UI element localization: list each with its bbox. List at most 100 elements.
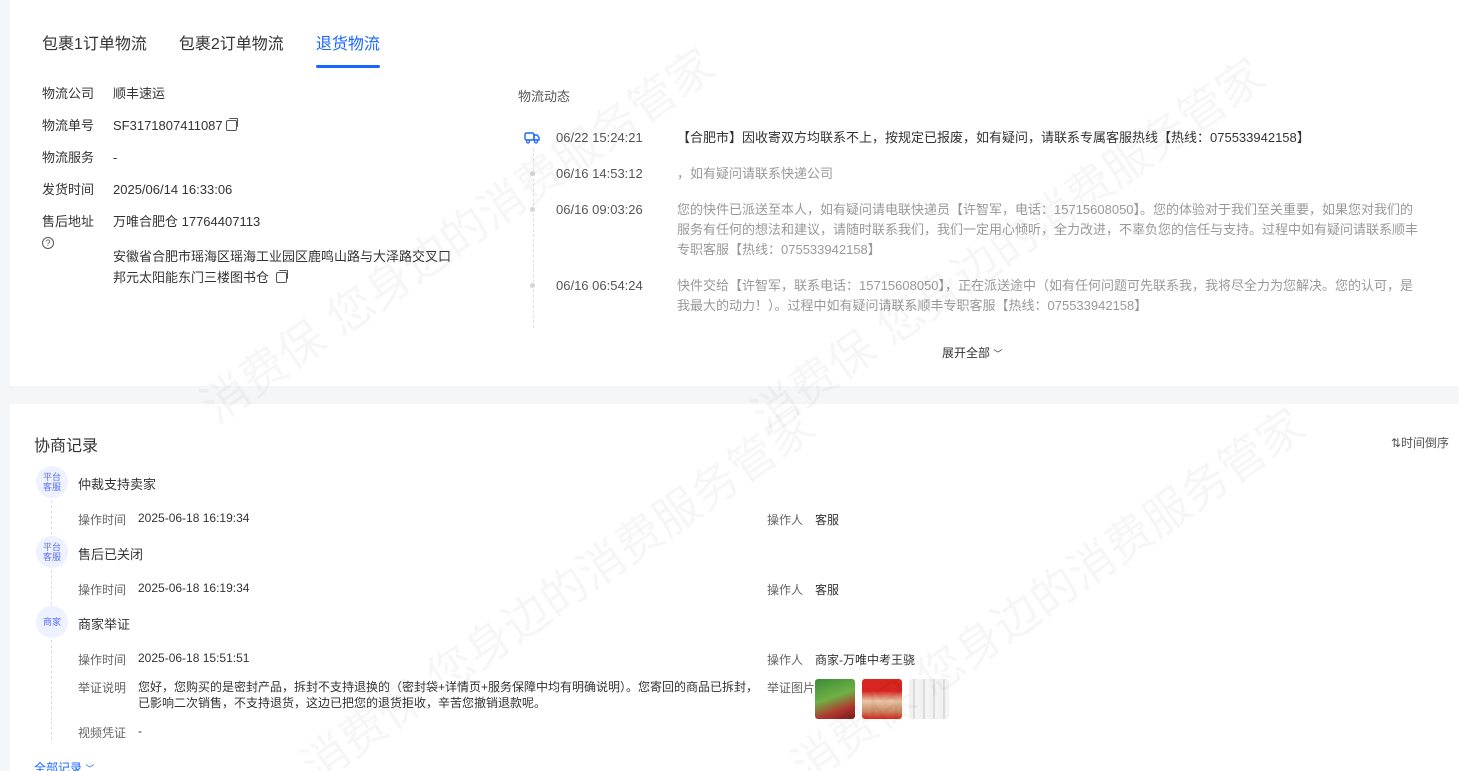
evidence-image[interactable] [909,679,949,719]
record-timeline-line [51,570,52,610]
operator-label: 操作人 [767,653,804,667]
event-time: 06/16 06:54:24 [556,278,643,293]
evidence-row: 举证说明 您好，您购买的是密封产品，拆封不支持退换的（密封袋+详情页+服务保障中均… [78,679,760,711]
help-icon[interactable]: ? [42,237,54,249]
badge-line-1: 平台 [42,542,61,552]
tab-package-2[interactable]: 包裹2订单物流 [179,30,284,68]
op-time-label: 操作时间 [78,653,127,667]
negotiation-card: 协商记录 ⇅时间倒序 平台 客服 仲裁支持卖家 操作时间 2025-06-18 16… [10,404,1459,771]
record-time-row: 操作时间 2025-06-18 15:51:51 [78,651,249,668]
evidence-image[interactable] [815,679,855,719]
video-value: - [138,724,142,738]
address-line-1: 安徽省合肥市瑶海区瑶海工业园区鹿鸣山路与大泽路交叉口 [113,249,452,264]
badge-line-1: 商家 [42,617,61,627]
event-text: 快件交给【许智军，联系电话：15715608050】，正在派送途中（如有任何问题… [677,278,1414,313]
chevron-down-icon: ﹀ [993,349,1003,359]
service-value: - [113,150,118,165]
evidence-images-row: 举证图片 [767,679,956,719]
event-text: ，如有疑问请联系快递公司 [677,166,834,181]
operator-value: 客服 [815,513,840,527]
truck-icon [524,132,540,144]
badge-line-2: 客服 [42,552,61,562]
record-time-row: 操作时间 2025-06-18 16:19:34 [78,581,249,598]
company-row: 物流公司 顺丰速运 [42,84,492,104]
record-title: 售后已关闭 [78,547,144,562]
record-timeline-line [51,500,52,540]
record-title: 商家举证 [78,617,131,632]
negotiation-title: 协商记录 [34,438,99,455]
platform-service-badge: 平台 客服 [36,466,68,498]
event-time: 06/16 09:03:26 [556,202,643,217]
merchant-badge: 商家 [36,606,68,638]
evidence-label: 举证说明 [78,681,127,695]
timeline-item: 06/16 14:53:12 ，如有疑问请联系快递公司 [524,164,1434,184]
ship-time-row: 发货时间 2025/06/14 16:33:06 [42,180,492,200]
operator-value: 商家-万唯中考王骁 [815,653,915,667]
logistics-card: 包裹1订单物流 包裹2订单物流 退货物流 物流公司 顺丰速运 物流单号 SF31… [10,0,1459,386]
address-detail: 安徽省合肥市瑶海区瑶海工业园区鹿鸣山路与大泽路交叉口 邦元太阳能东门三楼图书仓 [113,246,483,288]
logistics-tabs: 包裹1订单物流 包裹2订单物流 退货物流 [42,30,412,68]
op-time-value: 2025-06-18 16:19:34 [138,581,250,595]
record-time-row: 操作时间 2025-06-18 16:19:34 [78,511,249,528]
tab-return-logistics[interactable]: 退货物流 [315,30,380,68]
address-label: 售后地址 [42,214,95,229]
chevron-down-icon: ﹀ [85,764,95,771]
event-text: 【合肥市】因收寄双方均联系不上，按规定已报废，如有疑问，请联系专属客服热线【热线… [677,130,1310,145]
op-time-value: 2025-06-18 16:19:34 [138,511,250,525]
tracking-row: 物流单号 SF3171807411087 [42,116,492,136]
badge-line-2: 客服 [42,482,61,492]
company-value: 顺丰速运 [113,86,166,101]
platform-service-badge: 平台 客服 [36,536,68,568]
all-records-label: 全部记录 [34,761,83,771]
op-time-value: 2025-06-18 15:51:51 [138,651,250,665]
event-time: 06/16 14:53:12 [556,166,643,181]
timeline-dot [530,283,535,288]
event-text: 您的快件已派送至本人，如有疑问请电联快递员【许智军，电话：15715608050… [677,202,1419,257]
record-operator-row: 操作人 商家-万唯中考王骁 [767,651,915,668]
timeline-item: 06/16 06:54:24 快件交给【许智军，联系电话：15715608050… [524,276,1434,316]
operator-label: 操作人 [767,583,804,597]
timeline-item: 06/16 09:03:26 您的快件已派送至本人，如有疑问请电联快递员【许智军… [524,200,1434,260]
all-records-link[interactable]: 全部记录 ﹀ [34,759,94,771]
video-label: 视频凭证 [78,726,127,740]
evidence-text: 您好，您购买的是密封产品，拆封不支持退换的（密封袋+详情页+服务保障中均有明确说… [138,680,759,710]
record-operator-row: 操作人 客服 [767,511,839,528]
sort-button[interactable]: ⇅时间倒序 [1391,434,1449,451]
badge-line-1: 平台 [42,472,61,482]
event-time: 06/22 15:24:21 [556,130,643,145]
operator-label: 操作人 [767,513,804,527]
record-timeline-line [51,640,52,740]
record-title: 仲裁支持卖家 [78,477,157,492]
ship-time-value: 2025/06/14 16:33:06 [113,182,233,197]
service-row: 物流服务 - [42,148,492,168]
sort-icon: ⇅ [1390,436,1401,450]
copy-icon[interactable] [225,118,238,131]
copy-icon[interactable] [276,270,289,283]
expand-all-label: 展开全部 [942,346,991,360]
video-row: 视频凭证 - [78,724,142,741]
address-label-wrap: 售后地址 ? [42,212,113,252]
tracking-number: SF3171807411087 [113,116,238,136]
company-label: 物流公司 [42,86,95,101]
op-time-label: 操作时间 [78,583,127,597]
tracking-label: 物流单号 [42,118,95,133]
timeline-dot [530,207,535,212]
service-label: 物流服务 [42,150,95,165]
ship-time-label: 发货时间 [42,182,95,197]
tracking-number-text: SF3171807411087 [113,118,223,133]
logistics-title: 物流动态 [518,89,571,104]
operator-value: 客服 [815,583,840,597]
sort-label: 时间倒序 [1400,436,1449,450]
images-label: 举证图片 [767,681,816,695]
expand-all-button[interactable]: 展开全部 ﹀ [942,344,1002,361]
tab-package-1[interactable]: 包裹1订单物流 [42,30,147,68]
record-operator-row: 操作人 客服 [767,581,839,598]
op-time-label: 操作时间 [78,513,127,527]
timeline-dot [530,171,535,176]
address-line-2: 邦元太阳能东门三楼图书仓 [113,270,270,285]
logistics-timeline: 06/22 15:24:21 【合肥市】因收寄双方均联系不上，按规定已报废，如有… [524,128,1434,332]
evidence-image[interactable] [862,679,902,719]
logistics-info: 物流公司 顺丰速运 物流单号 SF3171807411087 物流服务 - 发货… [42,84,492,288]
address-line-2-wrap: 邦元太阳能东门三楼图书仓 [113,267,483,288]
timeline-item: 06/22 15:24:21 【合肥市】因收寄双方均联系不上，按规定已报废，如有… [524,128,1434,148]
